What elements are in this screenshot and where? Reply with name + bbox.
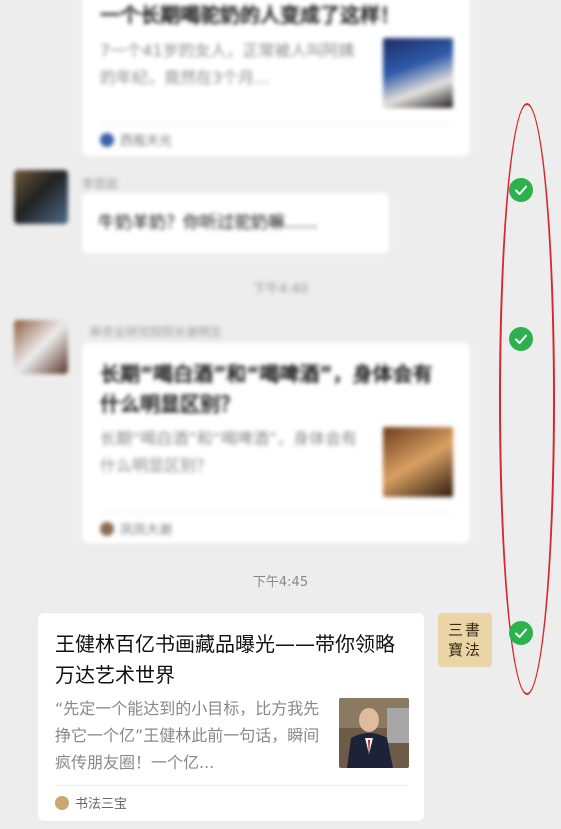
card-divider [55,785,407,786]
article-title: 王健林百亿书画藏品曝光——带你领略万达艺术世界 [55,632,395,687]
portrait-thumbnail [339,698,409,768]
timestamp: 下午4:45 [252,575,309,590]
card-divider [100,124,452,125]
source-name: 西瓶天光 [120,134,173,149]
article-thumbnail [339,698,409,768]
article-title: 长期“喝白酒”和“喝啤酒”，身体会有什么明显区别？ [100,362,433,416]
source-name: 书法三宝 [75,797,128,812]
source-icon [55,795,69,810]
source-icon [100,132,114,147]
article-card-3[interactable]: 王健林百亿书画藏品曝光——带你领略万达艺术世界 “先定一个能达到的小目标，比方我… [38,613,424,821]
article-source: 西瓶天光 [100,130,172,149]
avatar-calligraphy: 三書 寶法 [447,621,482,659]
article-source: 书法三宝 [55,793,127,812]
sender-name: 李昆岩 [82,177,119,191]
article-thumbnail [383,38,453,108]
text-bubble[interactable]: 牛奶羊奶？你听过驼奶嘛...... [82,193,389,253]
avatar[interactable] [14,320,68,374]
self-avatar[interactable]: 三書 寶法 [438,613,492,667]
check-icon [509,327,533,351]
source-icon [100,521,114,536]
card-divider [100,513,452,514]
article-source: 凤凤大谢 [100,519,172,538]
article-desc: 长期“喝白酒”和“喝啤酒”，身体会有什么明显区别？ [100,429,358,475]
timestamp: 下午4:40 [252,282,309,297]
article-desc: “先定一个能达到的小目标，比方我先挣它一个亿”王健林此前一句话，瞬间疯传朋友圈！… [55,699,320,772]
check-icon [509,621,533,645]
article-title: 一个长期喝驼奶的人变成了这样！ [100,3,400,27]
source-name: 凤凤大谢 [120,523,173,538]
article-card-1[interactable]: 一个长期喝驼奶的人变成了这样！ 7一个41岁的女人，正常被人叫阿姨的年纪，竟然在… [82,0,470,156]
article-card-2[interactable]: 长期“喝白酒”和“喝啤酒”，身体会有什么明显区别？ 长期“喝白酒”和“喝啤酒”，… [82,343,470,543]
check-icon [509,178,533,202]
article-thumbnail [383,427,453,497]
sender-name: 新农业研究院院长谢明生 [90,325,223,339]
avatar[interactable] [14,170,68,224]
article-desc: 7一个41岁的女人，正常被人叫阿姨的年纪，竟然在3个月... [100,41,355,87]
